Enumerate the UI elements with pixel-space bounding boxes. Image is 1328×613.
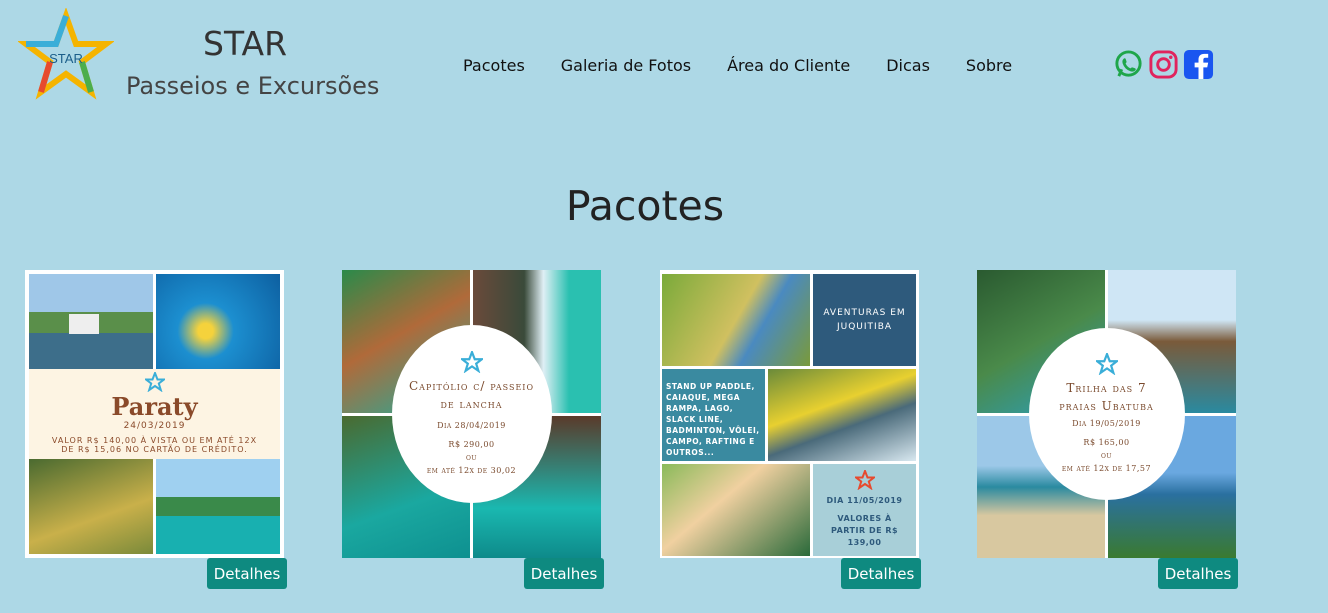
package-card-juquitiba[interactable]: AVENTURAS EM JUQUITIBA STAND UP PADDLE, …	[660, 270, 919, 558]
main-nav: Pacotes Galeria de Fotos Área do Cliente…	[463, 56, 1048, 75]
ubatuba-installments: em até 12x de 17,57	[1061, 464, 1152, 473]
section-title: Pacotes	[565, 182, 725, 230]
capitolio-or: ou	[466, 453, 477, 462]
star-mini-icon	[852, 468, 877, 491]
facebook-icon[interactable]	[1183, 49, 1214, 80]
photo-juquitiba-kids	[662, 464, 810, 556]
photo-juquitiba-slide	[662, 274, 810, 366]
details-button-ubatuba[interactable]: Detalhes	[1158, 558, 1238, 589]
juquitiba-info: DIA 11/05/2019 VALORES À PARTIR DE R$ 13…	[813, 464, 916, 556]
juquitiba-activities: STAND UP PADDLE, CAIAQUE, MEGA RAMPA, LA…	[662, 369, 765, 461]
paraty-date: 24/03/2019	[123, 421, 186, 431]
paraty-title: Paraty	[111, 392, 198, 421]
package-card-paraty[interactable]: Paraty 24/03/2019 VALOR R$ 140,00 À VIST…	[25, 270, 284, 558]
logo-text: STAR	[49, 51, 83, 66]
star-mini-icon	[1095, 353, 1118, 375]
capitolio-price: R$ 290,00	[448, 440, 495, 449]
photo-paraty-snorkel	[156, 274, 280, 369]
paraty-price-line2: DE R$ 15,06 NO CARTÃO DE CRÉDITO.	[61, 445, 248, 454]
ubatuba-title: Trilha das 7 praias Ubatuba	[1059, 381, 1154, 413]
package-card-ubatuba[interactable]: Trilha das 7 praias Ubatuba Dia 19/05/20…	[977, 270, 1236, 558]
nav-item-galeria[interactable]: Galeria de Fotos	[561, 56, 691, 75]
ubatuba-or: ou	[1101, 451, 1112, 460]
instagram-icon[interactable]	[1148, 49, 1179, 80]
ubatuba-price: R$ 165,00	[1083, 438, 1130, 447]
photo-paraty-waterfall	[29, 459, 153, 554]
photo-paraty-island	[156, 459, 280, 554]
capitolio-title: Capitólio c/ passeio de lancha	[408, 379, 535, 411]
nav-item-sobre[interactable]: Sobre	[966, 56, 1012, 75]
whatsapp-icon[interactable]	[1113, 49, 1144, 80]
social-links	[1113, 49, 1214, 80]
juquitiba-date: DIA 11/05/2019	[826, 496, 903, 505]
site-header: STAR STAR Passeios e Excursões Pacotes G…	[0, 0, 1328, 130]
star-logo-icon: STAR	[17, 7, 115, 100]
capitolio-date: Dia 28/04/2019	[437, 421, 506, 430]
nav-item-dicas[interactable]: Dicas	[886, 56, 930, 75]
nav-item-pacotes[interactable]: Pacotes	[463, 56, 525, 75]
juquitiba-heading: AVENTURAS EM JUQUITIBA	[813, 274, 916, 366]
juquitiba-price: VALORES À PARTIR DE R$ 139,00	[830, 514, 899, 547]
paraty-price-line1: VALOR R$ 140,00 À VISTA OU EM ATÉ 12X	[51, 436, 258, 445]
capitolio-installments: em até 12x de 30,02	[426, 466, 517, 475]
star-mini-icon	[460, 351, 483, 373]
capitolio-info: Capitólio c/ passeio de lancha Dia 28/04…	[391, 325, 552, 503]
brand-subtitle: Passeios e Excursões	[126, 72, 380, 100]
package-card-capitolio[interactable]: Capitólio c/ passeio de lancha Dia 28/04…	[342, 270, 601, 558]
details-button-capitolio[interactable]: Detalhes	[524, 558, 604, 589]
nav-item-area-cliente[interactable]: Área do Cliente	[727, 56, 850, 75]
details-button-juquitiba[interactable]: Detalhes	[841, 558, 921, 589]
ubatuba-info: Trilha das 7 praias Ubatuba Dia 19/05/20…	[1028, 328, 1185, 500]
brand-title: STAR	[203, 24, 288, 63]
details-button-paraty[interactable]: Detalhes	[207, 558, 287, 589]
star-logo[interactable]: STAR	[17, 7, 115, 104]
paraty-info: Paraty 24/03/2019 VALOR R$ 140,00 À VIST…	[29, 369, 280, 459]
photo-juquitiba-rafting	[768, 369, 916, 461]
star-mini-icon	[142, 370, 167, 393]
photo-paraty-town	[29, 274, 153, 369]
ubatuba-date: Dia 19/05/2019	[1072, 419, 1141, 428]
